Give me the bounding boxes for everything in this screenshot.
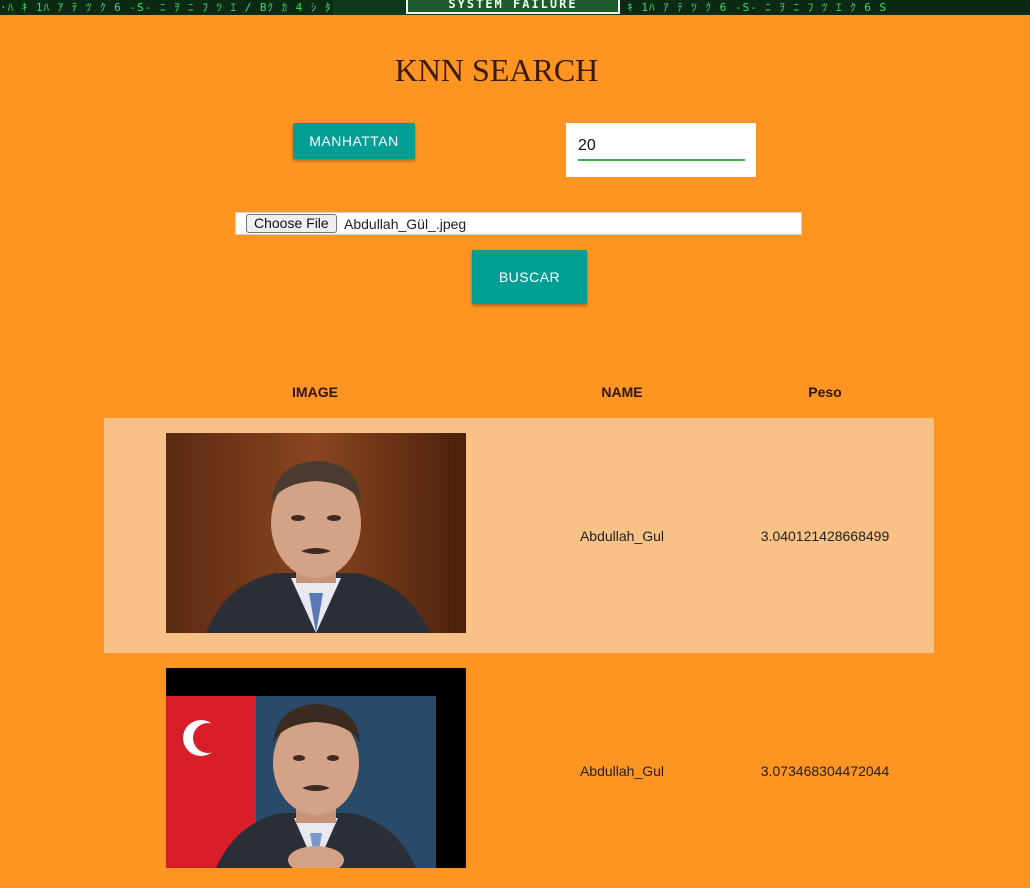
file-input[interactable]: Choose File Abdullah_Gül_.jpeg — [235, 212, 802, 235]
page-title: KNN SEARCH — [394, 52, 599, 88]
result-photo — [166, 433, 466, 633]
table-row: Abdullah_Gul 3.073468304472044 — [104, 653, 934, 888]
result-name: Abdullah_Gul — [579, 528, 665, 544]
banner-logo: SYSTEM FAILURE — [406, 0, 620, 14]
table-row: Abdullah_Gul 3.040121428668499 — [104, 418, 934, 653]
result-peso: 3.040121428668499 — [760, 528, 890, 544]
result-peso: 3.073468304472044 — [760, 763, 890, 779]
column-header-peso: Peso — [808, 384, 842, 400]
result-photo — [166, 668, 466, 868]
matrix-banner: ·ﾊ ｷ 1ﾊ ｱ ﾃ ﾂ ｸ 6 -S- ﾆ ｦ ﾆ ﾌ ﾂ ｴ / Bｸ ｶ… — [0, 0, 1030, 15]
file-name-label: Abdullah_Gül_.jpeg — [344, 216, 467, 232]
column-header-name: NAME — [601, 384, 643, 400]
column-header-image: IMAGE — [292, 384, 338, 400]
choose-file-button[interactable]: Choose File — [246, 214, 337, 233]
k-field-container — [566, 123, 756, 177]
k-input[interactable] — [578, 133, 745, 161]
manhattan-button[interactable]: MANHATTAN — [293, 123, 415, 159]
buscar-button[interactable]: BUSCAR — [472, 250, 587, 304]
result-name: Abdullah_Gul — [579, 763, 665, 779]
